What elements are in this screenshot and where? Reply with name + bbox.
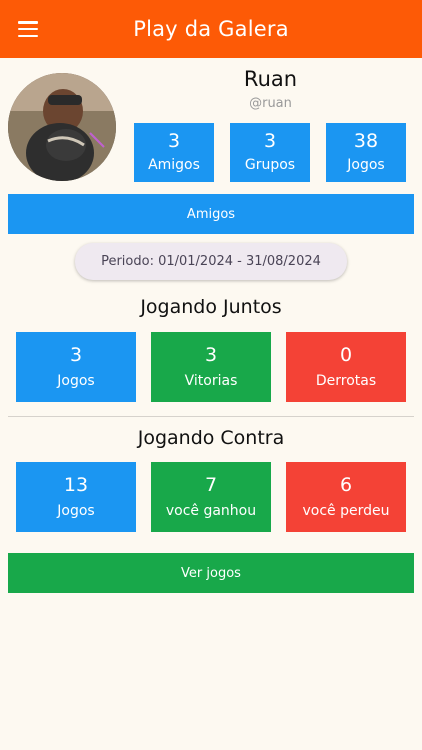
stat-label: Jogos — [347, 157, 385, 173]
view-games-button[interactable]: Ver jogos — [8, 553, 414, 593]
card-against-won: 7 você ganhou — [151, 462, 271, 532]
card-value: 7 — [204, 473, 218, 496]
app-title: Play da Galera — [133, 17, 289, 41]
card-label: você perdeu — [302, 502, 390, 519]
menu-icon[interactable] — [18, 21, 38, 37]
card-label: Vitorias — [184, 372, 238, 389]
card-value: 3 — [69, 343, 83, 366]
app-bar: Play da Galera — [0, 0, 422, 58]
card-together-losses: 0 Derrotas — [286, 332, 406, 402]
stat-value: 38 — [353, 130, 379, 152]
stat-groups[interactable]: 3 Grupos — [230, 123, 310, 182]
section-title-together: Jogando Juntos — [140, 296, 282, 318]
stat-friends[interactable]: 3 Amigos — [134, 123, 214, 182]
card-value: 13 — [63, 473, 89, 496]
period-chip[interactable]: Periodo: 01/01/2024 - 31/08/2024 — [75, 243, 347, 280]
stat-games[interactable]: 38 Jogos — [326, 123, 406, 182]
card-value: 6 — [339, 473, 353, 496]
card-label: Jogos — [57, 372, 95, 389]
stat-label: Grupos — [244, 157, 296, 173]
section-title-against: Jogando Contra — [137, 427, 285, 449]
card-label: Derrotas — [315, 372, 377, 389]
profile-name: Ruan — [243, 67, 298, 91]
stat-label: Amigos — [148, 157, 200, 173]
card-value: 3 — [204, 343, 218, 366]
profile-handle: @ruan — [249, 96, 292, 111]
divider — [8, 416, 414, 417]
card-together-games: 3 Jogos — [16, 332, 136, 402]
card-together-wins: 3 Vitorias — [151, 332, 271, 402]
stat-value: 3 — [167, 130, 181, 152]
card-label: Jogos — [57, 502, 95, 519]
friends-button[interactable]: Amigos — [8, 194, 414, 234]
stat-value: 3 — [263, 130, 277, 152]
card-against-lost: 6 você perdeu — [286, 462, 406, 532]
card-label: você ganhou — [165, 502, 257, 519]
avatar-photo — [8, 73, 116, 181]
avatar — [8, 73, 116, 181]
card-against-games: 13 Jogos — [16, 462, 136, 532]
card-value: 0 — [339, 343, 353, 366]
